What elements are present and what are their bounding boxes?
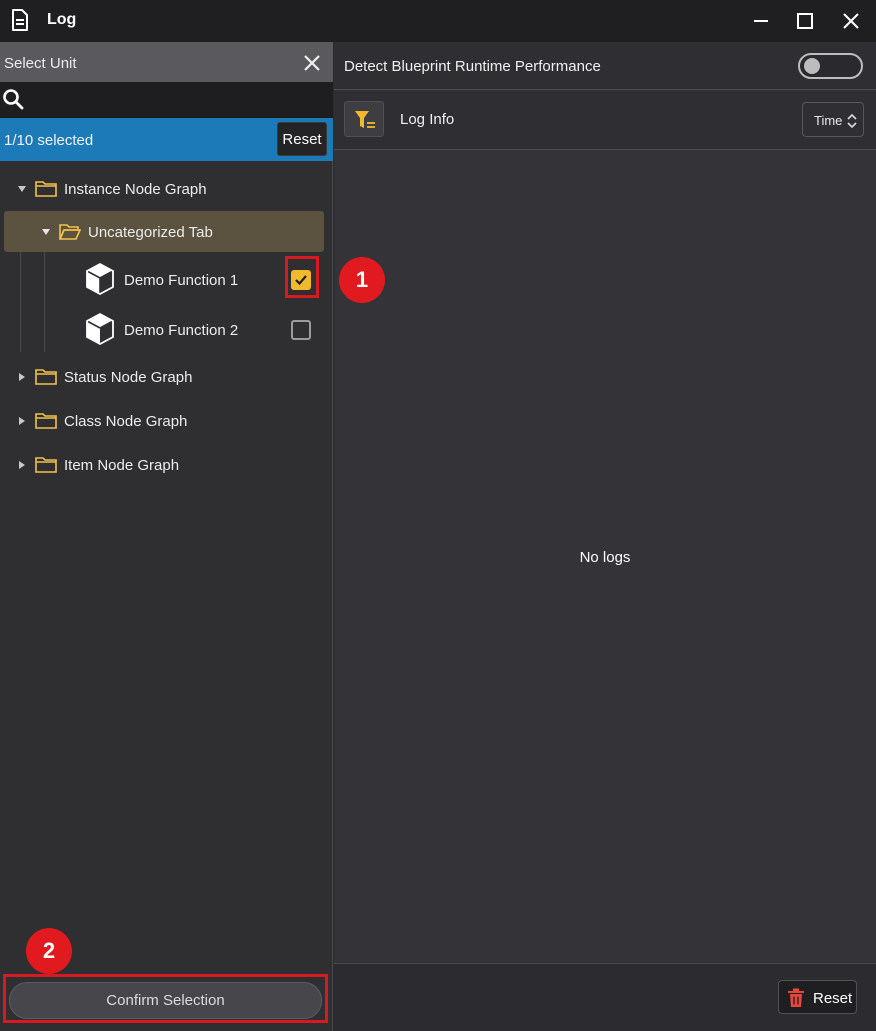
selection-count: 1/10 selected (4, 132, 94, 149)
search-input[interactable] (0, 82, 333, 118)
tree-item-label: Demo Function 2 (124, 322, 239, 339)
log-info-label: Log Info (400, 111, 455, 128)
close-panel-icon[interactable] (302, 53, 322, 73)
select-unit-header: Select Unit (0, 42, 333, 82)
selection-bar: 1/10 selected Reset (0, 118, 333, 161)
tree-item-demo-function-1[interactable]: Demo Function 1 (0, 258, 333, 302)
tree-item-status-node-graph[interactable]: Status Node Graph (0, 357, 333, 397)
maximize-button[interactable] (792, 8, 818, 34)
log-panel: Detect Blueprint Runtime Performance Log… (334, 42, 876, 1031)
folder-icon (35, 457, 57, 473)
folder-open-icon (59, 224, 81, 240)
maximize-icon (797, 13, 813, 29)
annotation-highlight-confirm (3, 974, 328, 1023)
annotation-highlight-checkbox (285, 256, 319, 298)
select-unit-title: Select Unit (4, 55, 77, 72)
tree-item-label: Item Node Graph (64, 457, 180, 474)
folder-icon (35, 413, 57, 429)
annotation-badge-2: 2 (26, 928, 72, 974)
cube-icon (86, 312, 114, 346)
tree-item-uncategorized-tab[interactable]: Uncategorized Tab (4, 211, 324, 252)
tree-item-label: Instance Node Graph (64, 181, 207, 198)
folder-icon (35, 369, 57, 385)
document-icon (12, 9, 28, 31)
close-icon (843, 13, 859, 29)
caret-down-icon (18, 186, 26, 192)
log-info-toolbar: Log Info Time (334, 91, 876, 150)
reset-selection-button[interactable]: Reset (277, 122, 327, 156)
caret-right-icon (19, 373, 25, 381)
trash-icon (788, 988, 804, 1007)
select-unit-panel: Select Unit 1/10 selected Reset Instance… (0, 42, 333, 1031)
detect-performance-label: Detect Blueprint Runtime Performance (344, 58, 601, 75)
caret-down-icon (42, 229, 50, 235)
detect-performance-toggle[interactable] (798, 53, 863, 79)
tree-item-class-node-graph[interactable]: Class Node Graph (0, 401, 333, 441)
minimize-button[interactable] (748, 8, 774, 34)
tree-item-label: Status Node Graph (64, 369, 193, 386)
demo-function-2-checkbox[interactable] (291, 320, 311, 340)
title-bar: Log (0, 0, 876, 42)
folder-icon (35, 181, 57, 197)
chevron-up-down-icon (847, 113, 857, 129)
window-title: Log (47, 11, 77, 28)
tree-item-label: Class Node Graph (64, 413, 188, 430)
detect-performance-row: Detect Blueprint Runtime Performance (334, 42, 876, 90)
filter-icon (355, 111, 375, 128)
sort-select[interactable]: Time (802, 102, 864, 137)
tree-item-item-node-graph[interactable]: Item Node Graph (0, 445, 333, 485)
filter-button[interactable] (344, 101, 384, 137)
tree-item-label: Uncategorized Tab (88, 224, 213, 241)
tree-item-label: Demo Function 1 (124, 272, 239, 289)
reset-logs-button[interactable]: Reset (778, 980, 857, 1014)
caret-right-icon (19, 417, 25, 425)
close-window-button[interactable] (838, 8, 864, 34)
search-icon (3, 89, 24, 110)
annotation-badge-1: 1 (339, 257, 385, 303)
tree-item-instance-node-graph[interactable]: Instance Node Graph (0, 169, 333, 209)
empty-logs-message: No logs (579, 549, 631, 566)
log-footer: Reset (334, 963, 876, 1031)
reset-logs-label: Reset (813, 990, 853, 1007)
minimize-icon (754, 20, 768, 22)
cube-icon (86, 262, 114, 296)
caret-right-icon (19, 461, 25, 469)
sort-select-value: Time (814, 113, 843, 128)
tree-item-demo-function-2[interactable]: Demo Function 2 (0, 308, 333, 352)
toggle-knob (804, 58, 820, 74)
